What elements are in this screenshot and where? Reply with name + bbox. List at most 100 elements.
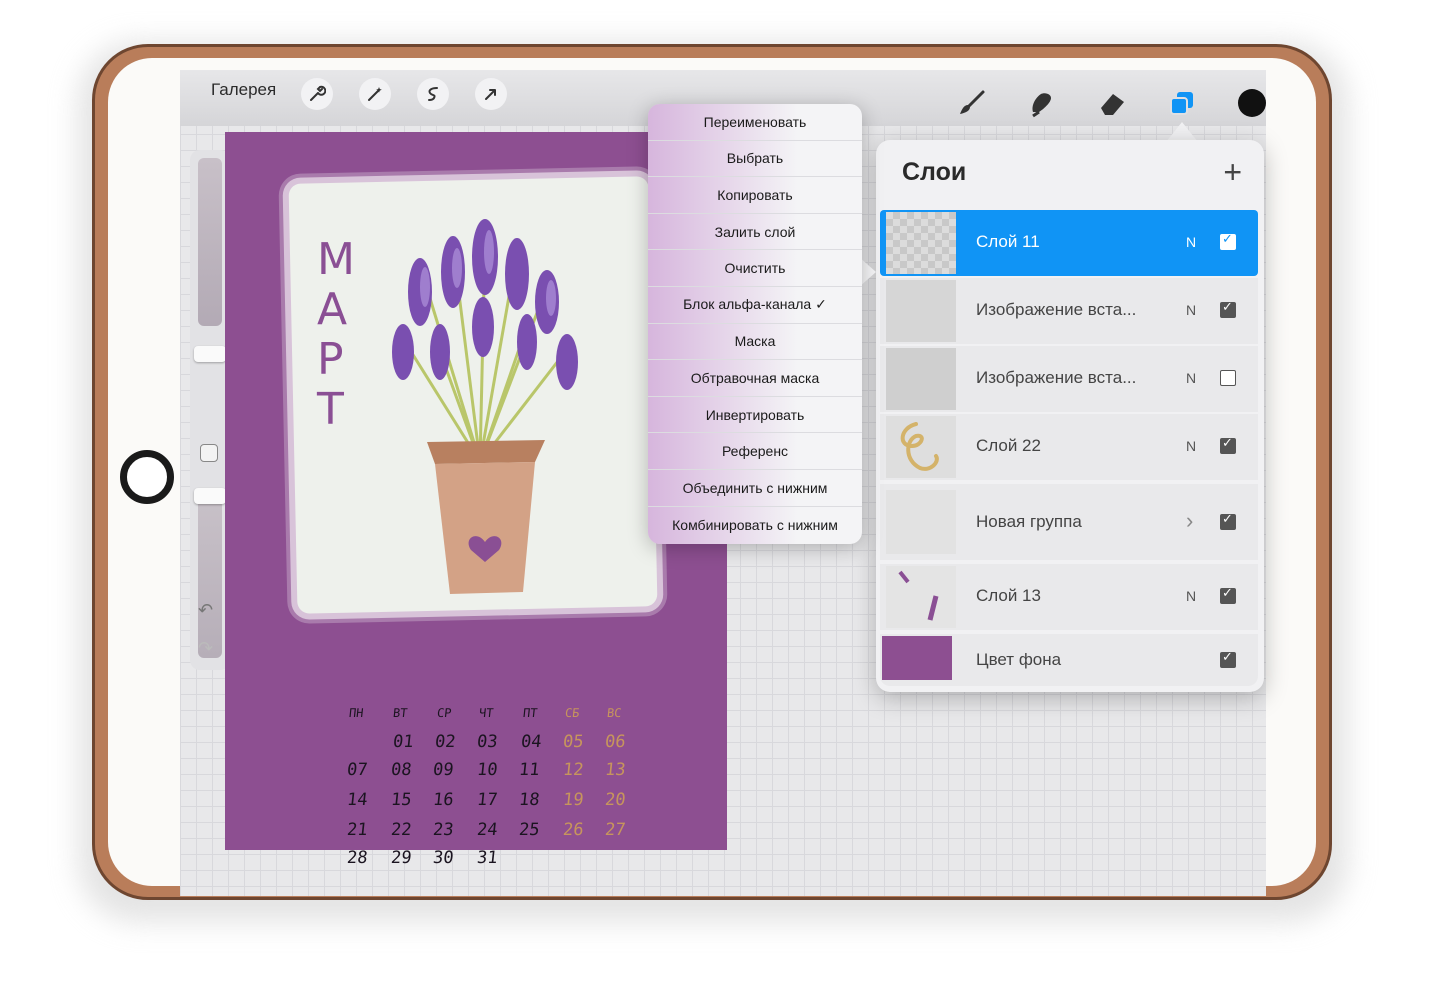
calendar-day: 28: [345, 848, 369, 868]
calendar-day: 29: [389, 848, 413, 868]
eraser-icon[interactable]: [1095, 86, 1129, 120]
layer-name: Слой 13: [976, 586, 1041, 605]
chevron-right-icon[interactable]: ›: [1186, 508, 1193, 534]
calendar-day: 10: [475, 760, 499, 780]
color-swatch[interactable]: [1235, 86, 1266, 120]
weekday-label: ВС: [606, 706, 623, 720]
menu-item-select[interactable]: Выбрать: [648, 141, 862, 178]
background-color-swatch[interactable]: [882, 636, 952, 680]
calendar-day: 11: [517, 760, 541, 780]
add-layer-button[interactable]: +: [1223, 156, 1242, 188]
calendar-day: 06: [603, 732, 627, 752]
calendar-day: 01: [391, 732, 415, 752]
layer-thumbnail: [886, 566, 956, 628]
menu-item-rename[interactable]: Переименовать: [648, 104, 862, 141]
calendar-day: 31: [475, 848, 499, 868]
left-sidebar: [190, 150, 230, 670]
calendar-day: 25: [517, 820, 541, 840]
calendar-day: 12: [561, 760, 585, 780]
smudge-icon[interactable]: [1025, 86, 1059, 120]
layers-panel: Слои + Слой 11 N Изображение вста... N И…: [876, 140, 1264, 692]
menu-item-invert[interactable]: Инвертировать: [648, 397, 862, 434]
opacity-thumb[interactable]: [194, 488, 226, 504]
menu-item-clipping-mask[interactable]: Обтравочная маска: [648, 360, 862, 397]
menu-item-clear[interactable]: Очистить: [648, 250, 862, 287]
brush-icon[interactable]: [955, 86, 989, 120]
weekday-label: ЧТ: [478, 706, 495, 720]
layer-name: Слой 11: [976, 232, 1040, 251]
menu-item-reference[interactable]: Референс: [648, 433, 862, 470]
blend-mode-button[interactable]: N: [1186, 370, 1196, 386]
calendar-day: 30: [431, 848, 455, 868]
calendar-day: 18: [517, 790, 541, 810]
layers-caret: [1166, 122, 1198, 142]
undo-icon[interactable]: ↶: [198, 600, 213, 621]
layer-row[interactable]: Слой 13 N: [880, 564, 1258, 630]
home-button[interactable]: [120, 450, 174, 504]
menu-item-combine-down[interactable]: Комбинировать с нижним: [648, 507, 862, 544]
month-letter: А: [317, 284, 350, 335]
background-color-row[interactable]: Цвет фона: [880, 634, 1258, 686]
visibility-checkbox[interactable]: [1220, 650, 1236, 668]
visibility-checkbox[interactable]: [1220, 300, 1236, 318]
layer-row[interactable]: Изображение вста... N: [880, 346, 1258, 412]
menu-item-copy[interactable]: Копировать: [648, 177, 862, 214]
layer-name: Изображение вста...: [976, 368, 1137, 387]
brush-size-thumb[interactable]: [194, 346, 226, 362]
calendar-day: 02: [433, 732, 457, 752]
visibility-checkbox[interactable]: [1220, 586, 1236, 604]
redo-icon[interactable]: ↷: [198, 638, 213, 659]
opacity-slider[interactable]: [198, 488, 222, 658]
calendar-day: 27: [603, 820, 627, 840]
menu-item-fill-layer[interactable]: Залить слой: [648, 214, 862, 251]
menu-item-mask[interactable]: Маска: [648, 324, 862, 361]
month-letter: Р: [317, 334, 346, 385]
blend-mode-button[interactable]: N: [1186, 302, 1196, 318]
blend-mode-button[interactable]: N: [1186, 234, 1196, 250]
weekday-label: ВТ: [392, 706, 409, 720]
layer-thumbnail: [886, 280, 956, 342]
wrench-icon[interactable]: [301, 78, 333, 110]
calendar-day: 08: [389, 760, 413, 780]
calendar-day: 21: [345, 820, 369, 840]
calendar-day: 20: [603, 790, 627, 810]
layer-thumbnail: [886, 416, 956, 478]
menu-item-alpha-lock[interactable]: Блок альфа-канала ✓: [648, 287, 862, 324]
modify-button[interactable]: [200, 444, 218, 462]
layer-thumbnail: [886, 348, 956, 410]
layer-row[interactable]: Слой 11 N: [880, 210, 1258, 276]
weekday-label: ПН: [348, 706, 365, 720]
selection-icon[interactable]: [417, 78, 449, 110]
visibility-checkbox[interactable]: [1220, 232, 1236, 250]
group-thumbnail: [886, 490, 956, 554]
calendar-day: 03: [475, 732, 499, 752]
layer-name: Слой 22: [976, 436, 1041, 455]
visibility-checkbox[interactable]: [1220, 512, 1236, 530]
calendar-day: 16: [431, 790, 455, 810]
menu-item-merge-down[interactable]: Объединить с нижним: [648, 470, 862, 507]
calendar-day: 07: [345, 760, 369, 780]
layer-row[interactable]: Слой 22 N: [880, 414, 1258, 480]
magic-wand-icon[interactable]: [359, 78, 391, 110]
blend-mode-button[interactable]: N: [1186, 438, 1196, 454]
transform-arrow-icon[interactable]: [475, 78, 507, 110]
month-letter: Т: [317, 384, 346, 435]
layer-group-row[interactable]: Новая группа ›: [880, 484, 1258, 560]
calendar-day: 05: [561, 732, 585, 752]
visibility-checkbox[interactable]: [1220, 436, 1236, 454]
layer-row[interactable]: Изображение вста... N: [880, 278, 1258, 344]
gallery-button[interactable]: Галерея: [211, 80, 276, 100]
visibility-checkbox[interactable]: [1220, 370, 1236, 386]
weekday-label: ПТ: [522, 706, 539, 720]
calendar-day: 17: [475, 790, 499, 810]
layers-icon[interactable]: [1165, 86, 1199, 120]
weekday-label: СБ: [564, 706, 581, 720]
calendar-day: 04: [519, 732, 543, 752]
calendar-day: 15: [389, 790, 413, 810]
brush-size-slider[interactable]: [198, 158, 222, 326]
blend-mode-button[interactable]: N: [1186, 588, 1196, 604]
calendar-day: 13: [603, 760, 627, 780]
layer-name: Изображение вста...: [976, 300, 1137, 319]
calendar-day: 23: [431, 820, 455, 840]
layer-name: Новая группа: [976, 512, 1082, 531]
